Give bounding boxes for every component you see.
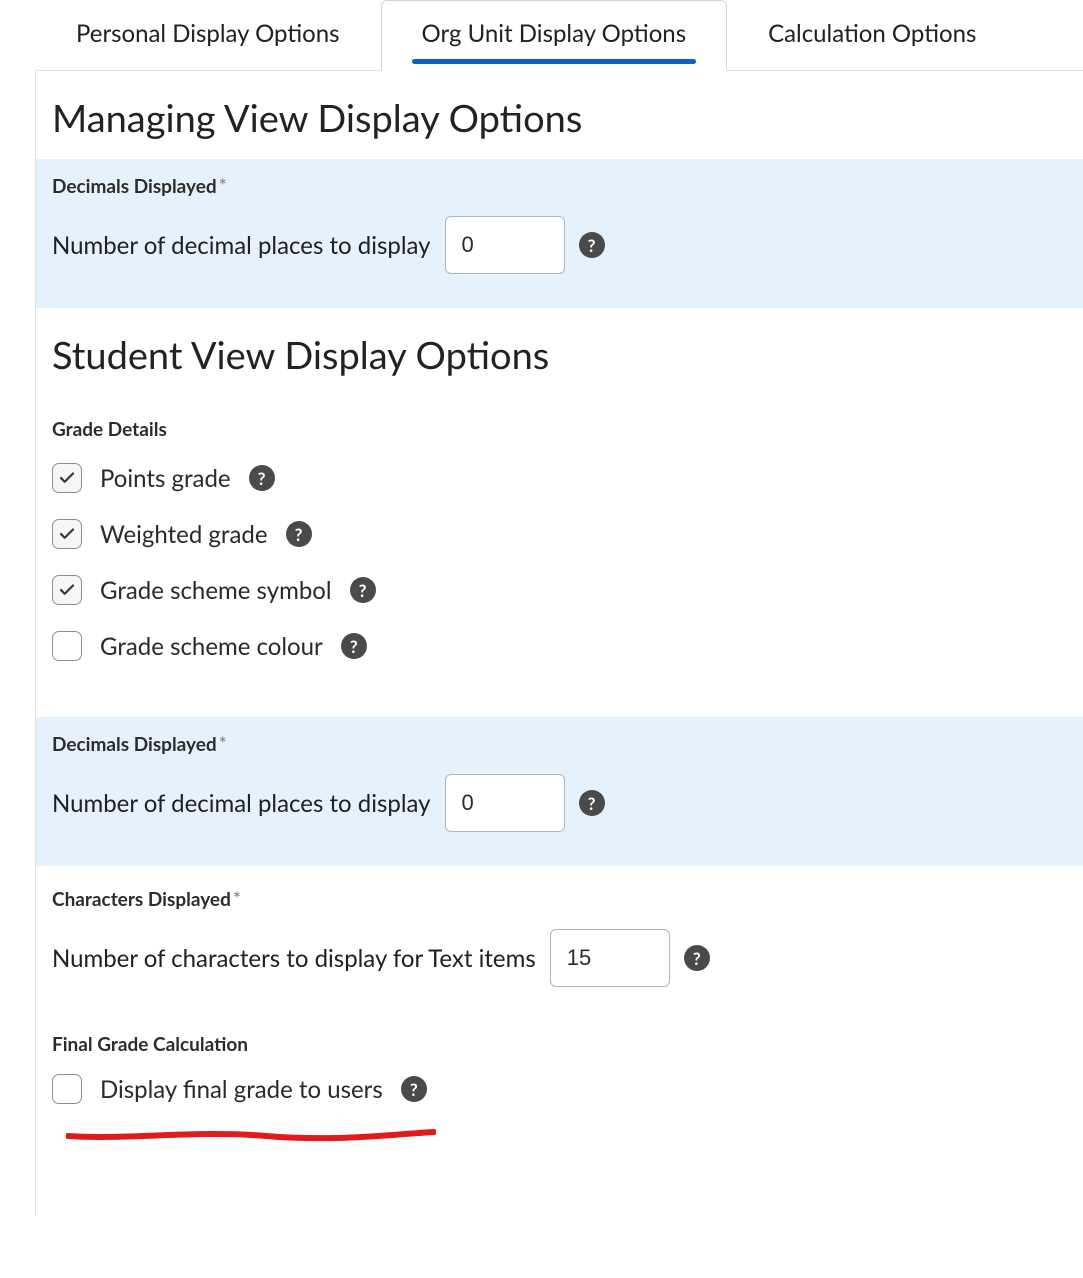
required-star: *: [219, 175, 227, 198]
label-display-final-grade: Display final grade to users: [100, 1075, 383, 1104]
help-icon[interactable]: ?: [249, 465, 275, 491]
field-title-grade-details: Grade Details: [52, 418, 1067, 441]
help-icon[interactable]: ?: [341, 633, 367, 659]
grade-details-section: Grade Details Points grade ? Weighted gr…: [36, 396, 1083, 695]
checkbox-grade-scheme-colour[interactable]: [52, 631, 82, 661]
heading-managing-view: Managing View Display Options: [52, 95, 1083, 141]
settings-panel: Managing View Display Options Decimals D…: [35, 70, 1083, 1216]
heading-student-view: Student View Display Options: [52, 332, 1083, 378]
help-icon[interactable]: ?: [579, 790, 605, 816]
label-characters-displayed: Number of characters to display for Text…: [52, 944, 536, 973]
label-decimal-places-managing: Number of decimal places to display: [52, 231, 431, 260]
checkbox-points-grade[interactable]: [52, 463, 82, 493]
tabs: Personal Display Options Org Unit Displa…: [0, 0, 1083, 71]
checkbox-grade-scheme-symbol[interactable]: [52, 575, 82, 605]
label-grade-scheme-symbol: Grade scheme symbol: [100, 576, 332, 605]
checkbox-display-final-grade[interactable]: [52, 1074, 82, 1104]
help-icon[interactable]: ?: [286, 521, 312, 547]
field-title-characters-displayed: Characters Displayed*: [52, 888, 1067, 911]
final-grade-calculation-section: Final Grade Calculation Display final gr…: [36, 995, 1083, 1156]
help-icon[interactable]: ?: [401, 1076, 427, 1102]
help-icon[interactable]: ?: [684, 945, 710, 971]
help-icon[interactable]: ?: [350, 577, 376, 603]
label-decimal-places-student: Number of decimal places to display: [52, 789, 431, 818]
label-points-grade: Points grade: [100, 464, 231, 493]
tab-org-unit-display-options[interactable]: Org Unit Display Options: [381, 0, 728, 71]
label-weighted-grade: Weighted grade: [100, 520, 268, 549]
decimals-displayed-student: Decimals Displayed* Number of decimal pl…: [36, 717, 1083, 866]
decimals-displayed-managing: Decimals Displayed* Number of decimal pl…: [36, 159, 1083, 308]
input-decimal-places-student[interactable]: [445, 774, 565, 832]
field-title-decimals-student: Decimals Displayed*: [52, 733, 1067, 756]
characters-displayed-section: Characters Displayed* Number of characte…: [36, 866, 1083, 995]
input-characters-displayed[interactable]: [550, 929, 670, 987]
label-grade-scheme-colour: Grade scheme colour: [100, 632, 323, 661]
tab-calculation-options[interactable]: Calculation Options: [727, 0, 1017, 71]
required-star: *: [233, 888, 241, 911]
tab-personal-display-options[interactable]: Personal Display Options: [35, 0, 381, 71]
input-decimal-places-managing[interactable]: [445, 216, 565, 274]
field-title-decimals-managing: Decimals Displayed*: [52, 175, 1067, 198]
checkbox-weighted-grade[interactable]: [52, 519, 82, 549]
help-icon[interactable]: ?: [579, 232, 605, 258]
field-title-final-grade-calculation: Final Grade Calculation: [52, 1033, 1067, 1056]
annotation-underline: [66, 1128, 436, 1148]
required-star: *: [219, 733, 227, 756]
